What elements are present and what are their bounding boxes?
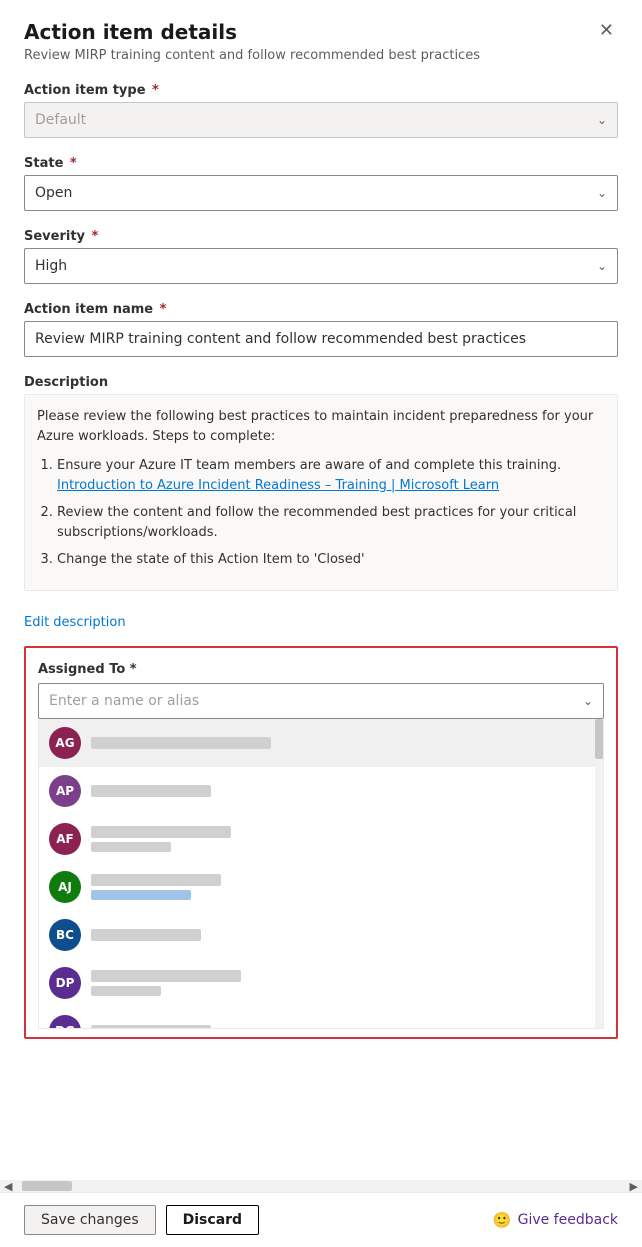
description-label: Description bbox=[24, 375, 618, 390]
scrollbar-thumb[interactable] bbox=[595, 719, 603, 759]
action-item-type-value: Default bbox=[35, 112, 86, 128]
person-name bbox=[91, 824, 231, 839]
scrollbar-track bbox=[595, 719, 603, 1028]
action-item-name-label: Action item name * bbox=[24, 302, 618, 317]
severity-value: High bbox=[35, 258, 67, 274]
person-info bbox=[91, 872, 221, 901]
assigned-to-label: Assigned To * bbox=[38, 662, 604, 677]
state-label: State * bbox=[24, 156, 618, 171]
chevron-down-icon: ⌄ bbox=[597, 259, 607, 273]
horizontal-scrollbar: ◀ ▶ bbox=[0, 1180, 642, 1192]
person-sub bbox=[91, 983, 241, 997]
list-item[interactable]: AG bbox=[39, 719, 603, 767]
panel-subtitle: Review MIRP training content and follow … bbox=[24, 48, 618, 63]
assigned-to-dropdown[interactable]: Enter a name or alias ⌄ bbox=[38, 683, 604, 719]
people-dropdown-list: AG AP AF AJ bbox=[38, 719, 604, 1029]
list-item[interactable]: AP bbox=[39, 767, 603, 815]
description-step-3: Change the state of this Action Item to … bbox=[57, 550, 605, 570]
person-info bbox=[91, 783, 211, 798]
person-sub bbox=[91, 887, 221, 901]
person-info bbox=[91, 735, 271, 750]
panel-header: Action item details ✕ bbox=[24, 20, 618, 44]
save-changes-button[interactable]: Save changes bbox=[24, 1205, 156, 1235]
state-dropdown[interactable]: Open ⌄ bbox=[24, 175, 618, 211]
person-name bbox=[91, 872, 221, 887]
description-para1: Please review the following best practic… bbox=[37, 407, 605, 446]
severity-dropdown[interactable]: High ⌄ bbox=[24, 248, 618, 284]
h-scrollbar-thumb[interactable] bbox=[22, 1181, 72, 1191]
person-name bbox=[91, 968, 241, 983]
avatar: DG bbox=[49, 1015, 81, 1029]
action-item-type-field: Action item type * Default ⌄ bbox=[24, 83, 618, 138]
close-button[interactable]: ✕ bbox=[595, 20, 618, 41]
edit-description-link[interactable]: Edit description bbox=[24, 615, 126, 630]
person-name bbox=[91, 927, 201, 942]
list-item[interactable]: BC bbox=[39, 911, 603, 959]
chevron-down-icon: ⌄ bbox=[583, 694, 593, 708]
training-link[interactable]: Introduction to Azure Incident Readiness… bbox=[57, 478, 499, 493]
description-step-1: Ensure your Azure IT team members are aw… bbox=[57, 456, 605, 495]
assigned-to-section: Assigned To * Enter a name or alias ⌄ AG… bbox=[24, 646, 618, 1039]
action-item-name-input[interactable] bbox=[24, 321, 618, 357]
feedback-icon: 🙂 bbox=[493, 1211, 512, 1229]
scroll-right-button[interactable]: ▶ bbox=[626, 1180, 642, 1193]
person-name bbox=[91, 1023, 211, 1029]
list-item[interactable]: AF bbox=[39, 815, 603, 863]
action-item-name-field: Action item name * bbox=[24, 302, 618, 357]
panel-title: Action item details bbox=[24, 20, 237, 44]
avatar: AP bbox=[49, 775, 81, 807]
avatar: DP bbox=[49, 967, 81, 999]
severity-field: Severity * High ⌄ bbox=[24, 229, 618, 284]
discard-button[interactable]: Discard bbox=[166, 1205, 259, 1235]
avatar: BC bbox=[49, 919, 81, 951]
description-step-2: Review the content and follow the recomm… bbox=[57, 503, 605, 542]
person-sub bbox=[91, 839, 231, 853]
person-info bbox=[91, 927, 201, 942]
action-item-type-label: Action item type * bbox=[24, 83, 618, 98]
chevron-down-icon: ⌄ bbox=[597, 113, 607, 127]
severity-label: Severity * bbox=[24, 229, 618, 244]
state-field: State * Open ⌄ bbox=[24, 156, 618, 211]
person-info bbox=[91, 1023, 211, 1029]
footer: Save changes Discard 🙂 Give feedback bbox=[0, 1192, 642, 1247]
assigned-to-placeholder: Enter a name or alias bbox=[49, 693, 199, 709]
person-name bbox=[91, 735, 271, 750]
avatar: AF bbox=[49, 823, 81, 855]
list-item[interactable]: AJ bbox=[39, 863, 603, 911]
description-field: Description Please review the following … bbox=[24, 375, 618, 591]
scroll-left-button[interactable]: ◀ bbox=[0, 1180, 16, 1193]
description-content: Please review the following best practic… bbox=[24, 394, 618, 591]
person-info bbox=[91, 968, 241, 997]
list-item[interactable]: DG bbox=[39, 1007, 603, 1029]
avatar: AJ bbox=[49, 871, 81, 903]
action-item-type-dropdown[interactable]: Default ⌄ bbox=[24, 102, 618, 138]
person-info bbox=[91, 824, 231, 853]
list-item[interactable]: DP bbox=[39, 959, 603, 1007]
chevron-down-icon: ⌄ bbox=[597, 186, 607, 200]
description-steps: Ensure your Azure IT team members are aw… bbox=[37, 456, 605, 570]
avatar: AG bbox=[49, 727, 81, 759]
state-value: Open bbox=[35, 185, 72, 201]
action-item-panel: Action item details ✕ Review MIRP traini… bbox=[0, 0, 642, 1180]
give-feedback-button[interactable]: 🙂 Give feedback bbox=[493, 1211, 618, 1229]
person-name bbox=[91, 783, 211, 798]
